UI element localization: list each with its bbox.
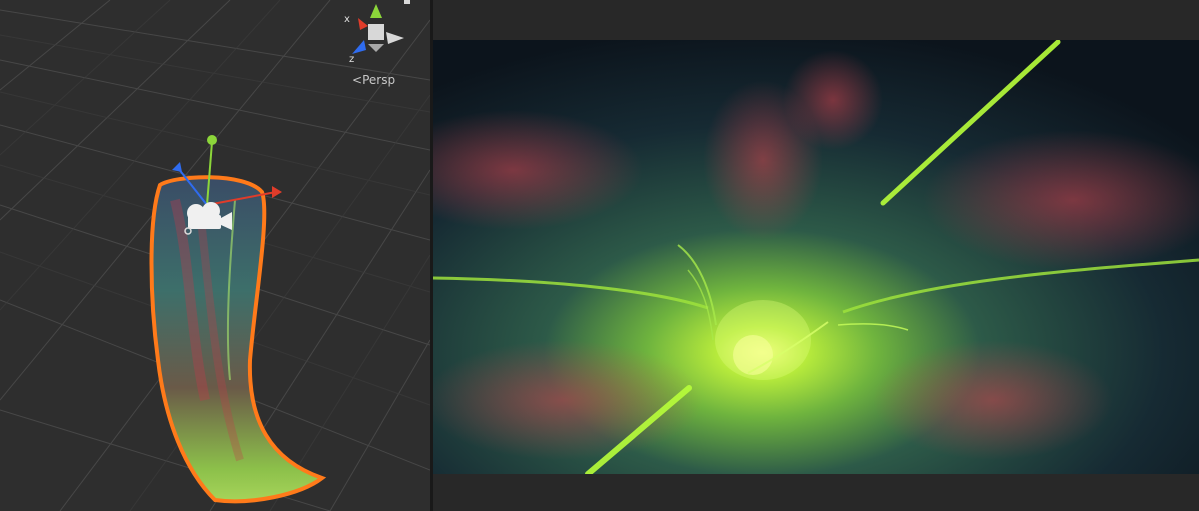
projection-toggle[interactable]: <Persp [352,73,395,87]
persp-arrow-icon: < [352,73,363,87]
projection-label: Persp [362,73,396,87]
svg-text:x: x [344,14,350,25]
scene-view[interactable]: x z <Persp [0,0,430,511]
tunnel-object[interactable] [149,175,327,504]
game-view[interactable] [433,0,1199,511]
svg-text:z: z [349,54,354,65]
game-render [433,40,1199,474]
scene-gizmo-icon[interactable]: x z [344,0,410,65]
